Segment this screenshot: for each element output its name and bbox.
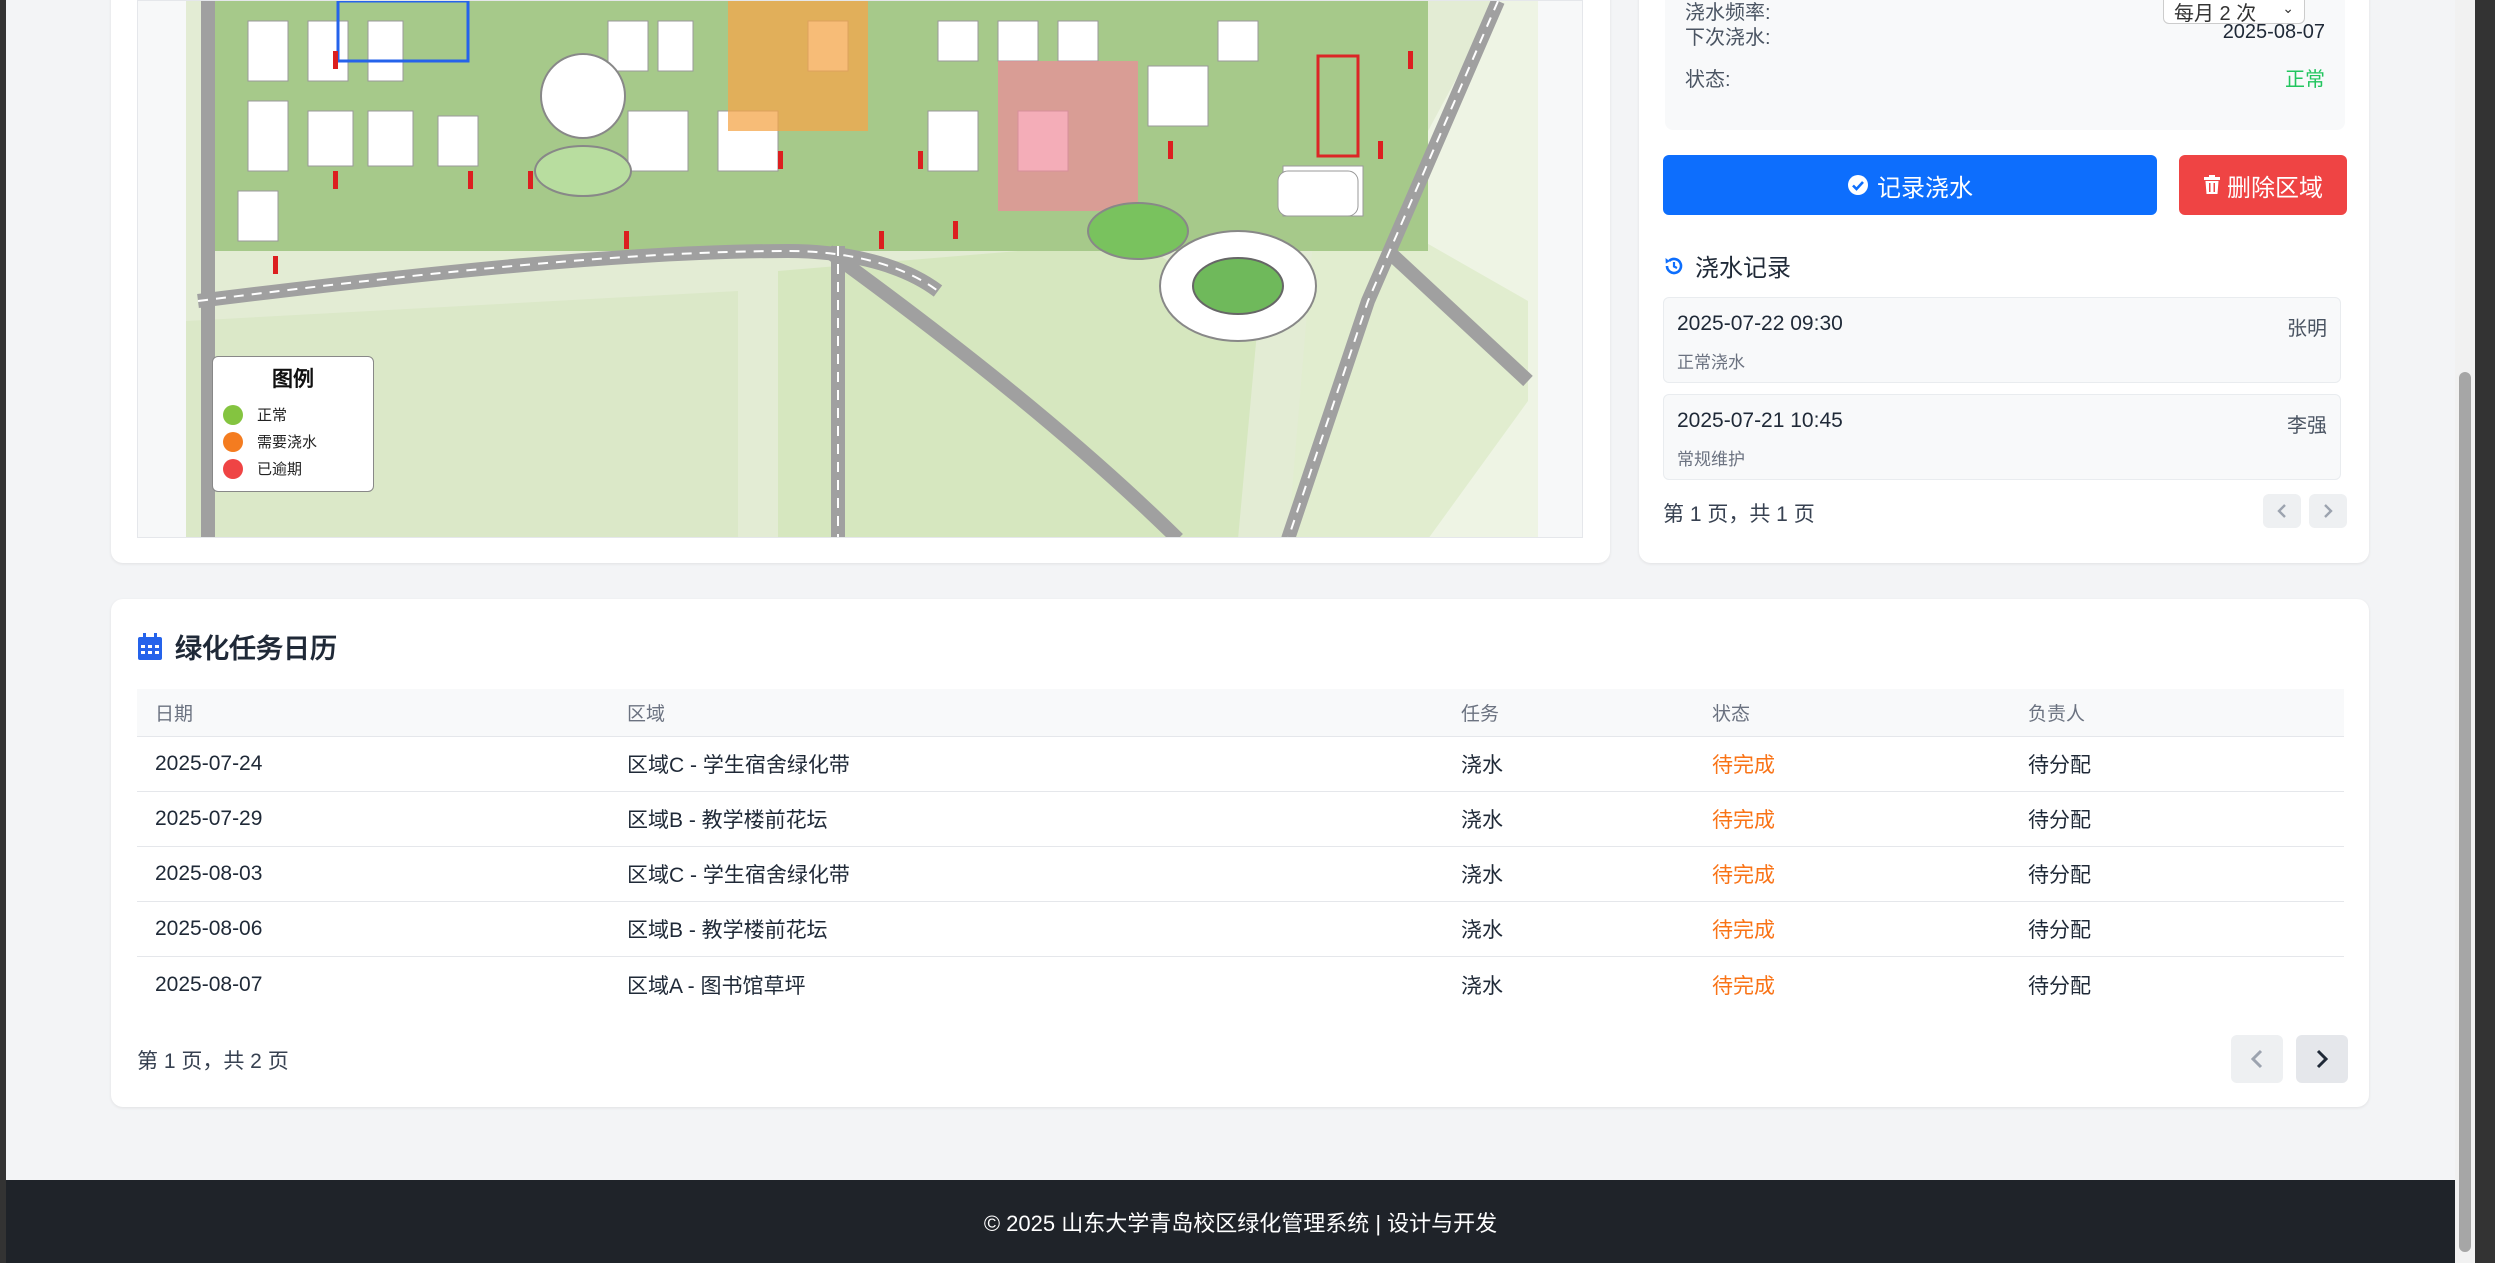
- history-icon: [1665, 257, 1683, 274]
- watering-records-heading: 浇水记录: [1663, 248, 1791, 283]
- legend-label: 正常: [257, 407, 288, 424]
- map-legend: 图例 正常 需要浇水 已逾期: [212, 356, 374, 492]
- cell-task: 浇水: [1461, 809, 1503, 832]
- cell-task: 浇水: [1461, 974, 1503, 998]
- cell-task: 浇水: [1461, 919, 1503, 942]
- legend-label: 已逾期: [257, 461, 303, 478]
- record-watering-label: 记录浇水: [1877, 174, 1973, 202]
- watering-record-item: 2025-07-21 10:45 李强 常规维护: [1663, 394, 2341, 480]
- table-header: 日期 区域 任务 状态 负责人: [137, 689, 2344, 737]
- status-row: 状态: 正常: [1685, 63, 2325, 92]
- record-note: 正常浇水: [1677, 353, 1745, 372]
- column-header-area: 区域: [627, 704, 666, 725]
- cell-status: 待完成: [1712, 864, 1775, 887]
- page-viewport: 图例 正常 需要浇水 已逾期 浇水频率: 每月 2 次 ⌄ 下次浇水: 2025…: [6, 0, 2475, 1263]
- table-row[interactable]: 2025-08-07 区域A - 图书馆草坪 浇水 待完成 待分配: [137, 957, 2344, 1012]
- chevron-right-icon: [2324, 504, 2333, 518]
- cell-status: 待完成: [1712, 754, 1775, 777]
- cell-area: 区域C - 学生宿舍绿化带: [627, 754, 850, 777]
- cell-owner: 待分配: [2028, 864, 2091, 887]
- cell-owner: 待分配: [2028, 809, 2091, 832]
- legend-title: 图例: [272, 368, 314, 391]
- cell-date: 2025-08-07: [155, 972, 263, 996]
- column-header-task: 任务: [1461, 704, 1500, 725]
- delete-area-button[interactable]: 删除区域: [2179, 155, 2347, 215]
- cell-area: 区域B - 教学楼前花坛: [627, 919, 828, 942]
- trash-icon: [2204, 175, 2220, 194]
- cell-area: 区域B - 教学楼前花坛: [627, 809, 828, 832]
- map-card: 图例 正常 需要浇水 已逾期: [111, 0, 1610, 563]
- legend-dot-overdue: [223, 458, 243, 479]
- table-row[interactable]: 2025-08-03 区域C - 学生宿舍绿化带 浇水 待完成 待分配: [137, 847, 2344, 902]
- legend-dot-needs-water: [223, 431, 243, 452]
- legend-item-needs-water: 需要浇水: [223, 428, 363, 455]
- table-row[interactable]: 2025-07-24 区域C - 学生宿舍绿化带 浇水 待完成 待分配: [137, 737, 2344, 792]
- record-person: 李强: [2287, 415, 2327, 437]
- watering-record-item: 2025-07-22 09:30 张明 正常浇水: [1663, 297, 2341, 383]
- delete-area-label: 删除区域: [2227, 174, 2323, 202]
- footer-text: © 2025 山东大学青岛校区绿化管理系统 | 设计与开发: [983, 1210, 1498, 1236]
- cell-status: 待完成: [1712, 974, 1775, 998]
- cell-date: 2025-07-29: [155, 807, 263, 830]
- record-person: 张明: [2287, 318, 2327, 340]
- status-value: 正常: [2285, 69, 2325, 91]
- task-table: 日期 区域 任务 状态 负责人 2025-07-24 区域C - 学生宿舍绿化带…: [137, 689, 2344, 1012]
- cell-owner: 待分配: [2028, 919, 2091, 942]
- chevron-down-icon: ⌄: [2282, 0, 2294, 16]
- calendar-next-page-button[interactable]: [2296, 1035, 2348, 1083]
- scrollbar-thumb[interactable]: [2459, 372, 2471, 1252]
- task-calendar-heading: 绿化任务日历: [137, 627, 337, 666]
- record-watering-button[interactable]: 记录浇水: [1663, 155, 2157, 215]
- area-info-box: 浇水频率: 每月 2 次 ⌄ 下次浇水: 2025-08-07 状态: 正常: [1665, 0, 2345, 130]
- next-watering-value: 2025-08-07: [2222, 21, 2325, 43]
- check-circle-icon: [1848, 175, 1868, 195]
- task-calendar-title: 绿化任务日历: [175, 634, 337, 664]
- legend-item-normal: 正常: [223, 401, 363, 428]
- records-pager-text: 第 1 页，共 1 页: [1663, 503, 1815, 526]
- area-detail-card: 浇水频率: 每月 2 次 ⌄ 下次浇水: 2025-08-07 状态: 正常 记…: [1639, 0, 2369, 563]
- record-datetime: 2025-07-21 10:45: [1677, 409, 1843, 432]
- next-watering-label: 下次浇水:: [1685, 27, 1771, 49]
- next-watering-row: 下次浇水: 2025-08-07: [1685, 21, 2325, 50]
- table-row[interactable]: 2025-07-29 区域B - 教学楼前花坛 浇水 待完成 待分配: [137, 792, 2344, 847]
- chevron-left-icon: [2250, 1049, 2263, 1069]
- cell-date: 2025-08-03: [155, 862, 263, 885]
- records-prev-page-button[interactable]: [2263, 494, 2301, 528]
- cell-date: 2025-07-24: [155, 752, 263, 775]
- cell-date: 2025-08-06: [155, 917, 263, 940]
- legend-item-overdue: 已逾期: [223, 455, 363, 482]
- cell-owner: 待分配: [2028, 974, 2091, 998]
- calendar-prev-page-button[interactable]: [2231, 1035, 2283, 1083]
- cell-owner: 待分配: [2028, 754, 2091, 777]
- chevron-right-icon: [2316, 1049, 2329, 1069]
- legend-label: 需要浇水: [257, 434, 318, 451]
- legend-dot-normal: [223, 404, 243, 425]
- cell-status: 待完成: [1712, 809, 1775, 832]
- status-label: 状态:: [1685, 69, 1731, 91]
- cell-task: 浇水: [1461, 754, 1503, 777]
- watering-records-title: 浇水记录: [1695, 255, 1791, 282]
- calendar-pager-text: 第 1 页，共 2 页: [137, 1050, 289, 1073]
- site-footer: © 2025 山东大学青岛校区绿化管理系统 | 设计与开发: [6, 1180, 2475, 1263]
- task-calendar-card: 绿化任务日历 日期 区域 任务 状态 负责人 2025-07-24 区域C - …: [111, 599, 2369, 1107]
- table-row[interactable]: 2025-08-06 区域B - 教学楼前花坛 浇水 待完成 待分配: [137, 902, 2344, 957]
- cell-area: 区域A - 图书馆草坪: [627, 974, 806, 998]
- column-header-owner: 负责人: [2028, 704, 2086, 725]
- campus-map[interactable]: 图例 正常 需要浇水 已逾期: [137, 0, 1583, 538]
- chevron-left-icon: [2277, 504, 2286, 518]
- record-datetime: 2025-07-22 09:30: [1677, 312, 1843, 335]
- column-header-date: 日期: [155, 704, 194, 725]
- page-scrollbar[interactable]: [2455, 0, 2475, 1263]
- cell-area: 区域C - 学生宿舍绿化带: [627, 864, 850, 887]
- column-header-status: 状态: [1712, 704, 1751, 725]
- record-note: 常规维护: [1677, 450, 1745, 469]
- records-next-page-button[interactable]: [2309, 494, 2347, 528]
- calendar-icon: [138, 632, 162, 660]
- cell-status: 待完成: [1712, 919, 1775, 942]
- cell-task: 浇水: [1461, 864, 1503, 887]
